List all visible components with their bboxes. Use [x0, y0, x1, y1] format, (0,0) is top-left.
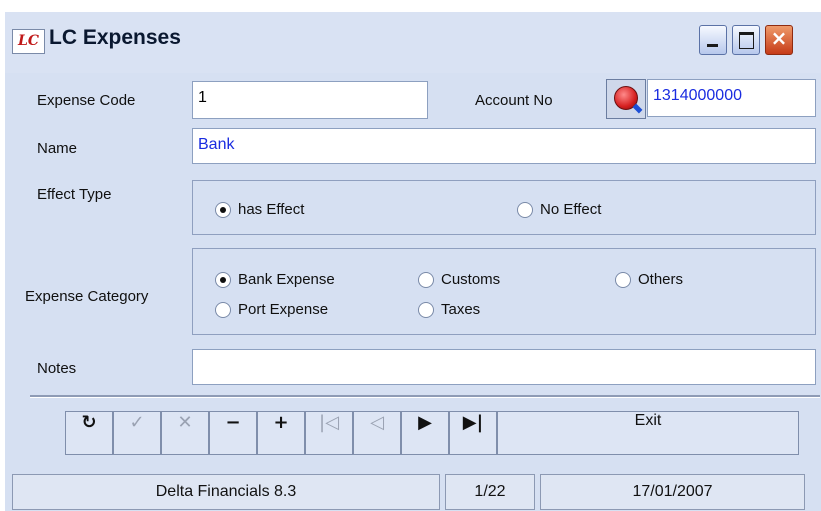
prior-record-button[interactable]: ◁	[353, 411, 401, 455]
radio-unchecked-icon	[215, 302, 231, 318]
name-label: Name	[37, 140, 78, 157]
status-date: 17/01/2007	[540, 474, 805, 510]
effect-type-group: has Effect No Effect	[192, 180, 816, 235]
maximize-icon	[739, 32, 754, 49]
last-record-icon: ▶|	[462, 412, 484, 433]
minimize-icon	[707, 44, 718, 47]
delete-button[interactable]: −	[209, 411, 257, 455]
last-record-button[interactable]: ▶|	[449, 411, 497, 455]
notes-input[interactable]	[192, 349, 816, 385]
expense-category-label: Expense Category	[25, 288, 149, 305]
post-button[interactable]: ✓	[113, 411, 161, 455]
expense-code-label: Expense Code	[37, 92, 136, 109]
port-expense-label: Port Expense	[238, 301, 329, 318]
exit-button[interactable]: Exit	[497, 411, 799, 455]
maximize-button[interactable]	[732, 25, 760, 55]
account-no-label: Account No	[475, 92, 553, 109]
refresh-button[interactable]: ↻	[65, 411, 113, 455]
radio-checked-icon	[215, 202, 231, 218]
radio-unchecked-icon	[418, 272, 434, 288]
lc-expenses-window: LC LC Expenses × Expense Code 1 Account …	[0, 0, 821, 511]
status-app-name: Delta Financials 8.3	[12, 474, 440, 510]
first-record-button[interactable]: |◁	[305, 411, 353, 455]
next-record-icon: ▶	[418, 412, 432, 433]
expense-category-group: Bank Expense Customs Others Port Expense…	[192, 248, 816, 335]
plus-icon: +	[273, 412, 289, 433]
window-title: LC Expenses	[49, 26, 181, 49]
record-navigator: ↻ ✓ ✕ − + |◁ ◁ ▶ ▶| Exit	[65, 411, 799, 455]
notes-label: Notes	[37, 360, 77, 377]
check-icon: ✓	[129, 412, 145, 433]
magnifier-handle	[632, 103, 643, 114]
refresh-icon: ↻	[81, 412, 97, 433]
status-bar: Delta Financials 8.3 1/22 17/01/2007	[5, 470, 821, 511]
others-label: Others	[638, 271, 684, 288]
minimize-button[interactable]	[699, 25, 727, 55]
cancel-button[interactable]: ✕	[161, 411, 209, 455]
bank-expense-label: Bank Expense	[238, 271, 335, 288]
taxes-label: Taxes	[441, 301, 481, 318]
minus-icon: −	[225, 412, 241, 433]
radio-unchecked-icon	[517, 202, 533, 218]
account-no-input[interactable]: 1314000000	[647, 79, 816, 117]
radio-checked-icon	[215, 272, 231, 288]
close-button[interactable]: ×	[765, 25, 793, 55]
account-lookup-button[interactable]	[606, 79, 646, 119]
effect-type-label: Effect Type	[37, 186, 112, 203]
separator-line	[30, 395, 820, 398]
lc-app-icon: LC	[12, 29, 45, 54]
next-record-button[interactable]: ▶	[401, 411, 449, 455]
customs-label: Customs	[441, 271, 501, 288]
radio-unchecked-icon	[418, 302, 434, 318]
expense-code-input[interactable]: 1	[192, 81, 428, 119]
x-icon: ✕	[177, 412, 193, 433]
name-input[interactable]: Bank	[192, 128, 816, 164]
title-bar[interactable]: LC LC Expenses ×	[5, 12, 821, 73]
no-effect-label: No Effect	[540, 201, 602, 218]
status-record-position: 1/22	[445, 474, 535, 510]
radio-unchecked-icon	[615, 272, 631, 288]
has-effect-label: has Effect	[238, 201, 305, 218]
first-record-icon: |◁	[319, 412, 339, 433]
insert-button[interactable]: +	[257, 411, 305, 455]
prior-record-icon: ◁	[370, 412, 384, 433]
close-icon: ×	[770, 26, 788, 50]
